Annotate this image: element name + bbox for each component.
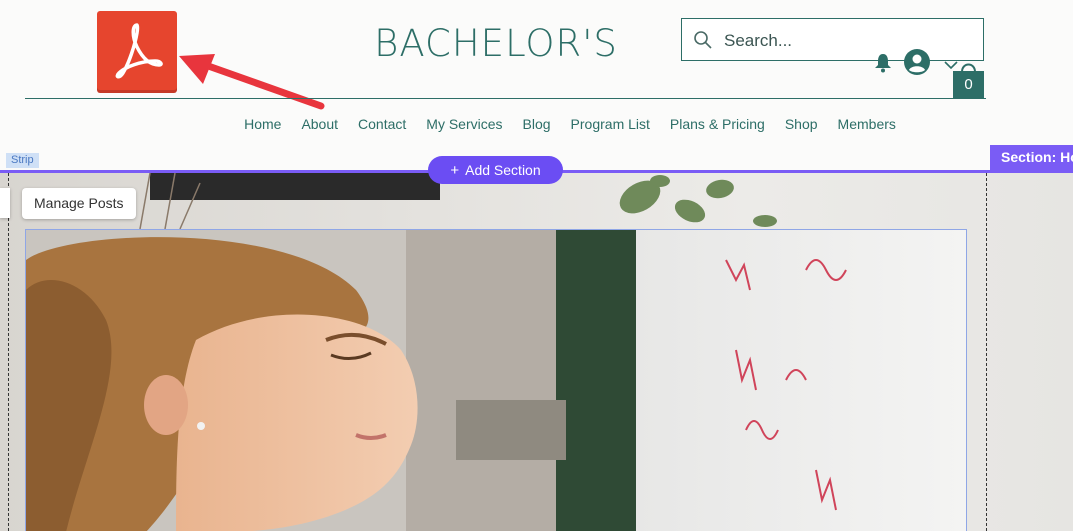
add-section-button[interactable]: + Add Section: [428, 156, 563, 184]
add-section-label: Add Section: [465, 162, 541, 178]
site-title[interactable]: BACHELOR'S: [360, 22, 632, 65]
nav-item-plans-pricing[interactable]: Plans & Pricing: [670, 116, 765, 136]
main-nav: Home About Contact My Services Blog Prog…: [0, 116, 1000, 136]
search-box[interactable]: [681, 18, 984, 61]
section-label[interactable]: Section: Ho: [990, 145, 1073, 170]
hero-image[interactable]: [25, 229, 967, 531]
cart-count: 0: [964, 76, 973, 93]
bell-icon[interactable]: [874, 53, 892, 78]
pdf-logo-icon[interactable]: [97, 11, 177, 90]
annotation-arrow-icon: [179, 54, 325, 110]
manage-posts-button[interactable]: Manage Posts: [22, 188, 136, 219]
nav-item-members[interactable]: Members: [838, 116, 896, 136]
nav-item-contact[interactable]: Contact: [358, 116, 406, 136]
left-gridline: [8, 173, 9, 531]
search-icon: [693, 30, 713, 55]
avatar-icon[interactable]: [904, 49, 930, 80]
nav-item-home[interactable]: Home: [244, 116, 281, 136]
strip-label: Strip: [6, 153, 39, 168]
plus-icon: +: [450, 162, 460, 179]
header-divider: [25, 98, 986, 99]
nav-item-my-services[interactable]: My Services: [426, 116, 502, 136]
nav-item-shop[interactable]: Shop: [785, 116, 818, 136]
nav-item-about[interactable]: About: [301, 116, 338, 136]
search-input[interactable]: [722, 27, 976, 55]
left-handle[interactable]: [0, 188, 10, 218]
right-gridline: [986, 173, 987, 531]
nav-item-blog[interactable]: Blog: [523, 116, 551, 136]
nav-item-program-list[interactable]: Program List: [571, 116, 650, 136]
